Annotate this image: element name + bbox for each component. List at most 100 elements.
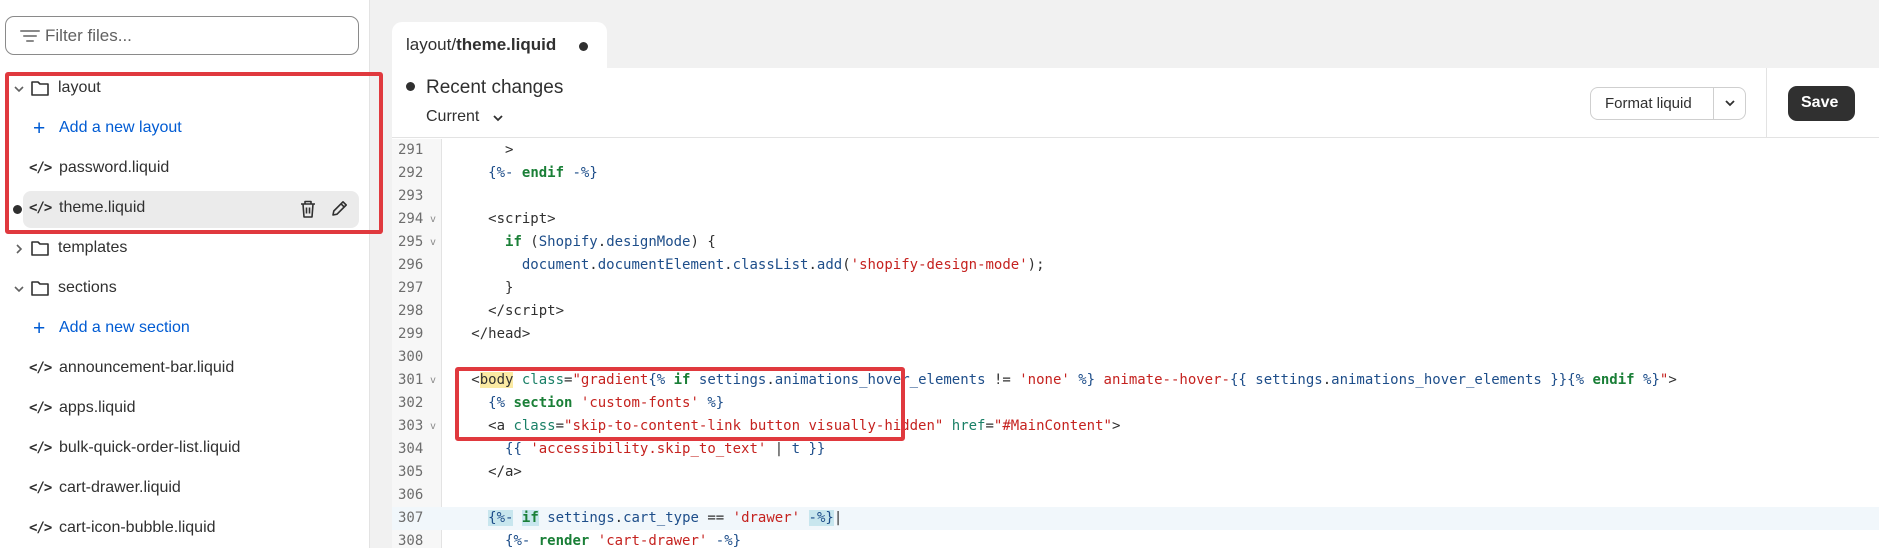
version-select[interactable]: Current (426, 108, 503, 126)
editor-panel: Recent changes Current Format liquid Sav… (392, 68, 1879, 548)
plus-icon: + (33, 317, 46, 340)
tab-prefix: layout/ (406, 35, 457, 54)
code-line: 299 </head> (398, 326, 531, 342)
code-line-active: 307 {%- if settings.cart_type == 'drawer… (392, 507, 1879, 530)
code-area[interactable]: 291 > 292 {%- endif -%} 293 294 v <script… (392, 139, 1879, 548)
folder-icon (31, 241, 49, 256)
file-label: bulk-quick-order-list.liquid (59, 439, 241, 456)
line-number: 303 (398, 418, 424, 434)
format-separator (1713, 88, 1714, 119)
line-number: 300 (398, 349, 424, 365)
code-line: 294 v <script> (398, 211, 556, 227)
file-cart-icon-bubble[interactable]: </> cart-icon-bubble.liquid (0, 509, 370, 548)
unsaved-dot (13, 205, 22, 214)
line-number: 298 (398, 303, 424, 319)
line-number: 297 (398, 280, 424, 296)
pencil-icon[interactable] (330, 199, 349, 218)
file-sidebar: Filter files... layout + Add a new layou… (0, 0, 383, 548)
code-icon: </> (29, 400, 52, 416)
line-number: 296 (398, 257, 424, 273)
code-line: 305 </a> (398, 464, 522, 480)
trash-icon[interactable] (299, 199, 317, 219)
code-line: 303 v <a class="skip-to-content-link butt… (398, 418, 1121, 434)
code-line: 304 {{ 'accessibility.skip_to_text' | t … (398, 441, 826, 457)
save-button[interactable]: Save (1788, 86, 1855, 121)
filter-placeholder: Filter files... (45, 26, 132, 45)
line-number: 295 (398, 234, 424, 250)
folder-icon (31, 281, 49, 296)
folder-label: templates (58, 239, 128, 256)
format-liquid-button[interactable]: Format liquid (1590, 87, 1746, 120)
tab-name: theme.liquid (456, 35, 557, 54)
folder-layout[interactable]: layout (0, 69, 370, 109)
line-number: 304 (398, 441, 424, 457)
file-label: theme.liquid (59, 199, 146, 216)
folder-icon (31, 81, 49, 96)
line-number: 306 (398, 487, 424, 503)
file-announcement-bar[interactable]: </> announcement-bar.liquid (0, 349, 370, 389)
code-line: 292 {%- endif -%} (398, 165, 598, 181)
code-icon: </> (29, 440, 52, 456)
file-label: cart-icon-bubble.liquid (59, 519, 216, 536)
folder-label: sections (58, 279, 117, 296)
chevron-down-icon (493, 115, 503, 122)
line-number: 299 (398, 326, 424, 342)
file-label: password.liquid (59, 159, 170, 176)
changes-dot (406, 82, 415, 91)
code-line: 302 {% section 'custom-fonts' %} (398, 395, 725, 411)
version-label: Current (426, 108, 480, 125)
code-line: 293 (392, 185, 1879, 208)
file-password-liquid[interactable]: </> password.liquid (0, 149, 370, 189)
toolbar-divider (1766, 68, 1767, 138)
file-cart-drawer[interactable]: </> cart-drawer.liquid (0, 469, 370, 509)
add-section-label: Add a new section (59, 319, 190, 336)
add-layout-label: Add a new layout (59, 119, 182, 136)
file-label: cart-drawer.liquid (59, 479, 181, 496)
line-number: 307 (398, 510, 424, 526)
code-editor-app: Filter files... layout + Add a new layou… (0, 0, 1879, 548)
chevron-down-icon[interactable] (1723, 96, 1737, 110)
chevron-down-icon (14, 286, 24, 293)
code-line: 298 </script> (398, 303, 565, 319)
plus-icon: + (33, 117, 46, 140)
folder-sections[interactable]: sections (0, 269, 370, 309)
chevron-down-icon (14, 86, 24, 93)
editor-toolbar: Recent changes Current Format liquid Sav… (392, 68, 1879, 138)
tab-label: layout/theme.liquid (406, 35, 556, 55)
line-number: 292 (398, 165, 424, 181)
save-label: Save (1801, 94, 1839, 111)
line-number: 302 (398, 395, 424, 411)
code-icon: </> (29, 480, 52, 496)
tab-theme-liquid[interactable]: layout/theme.liquid (392, 22, 607, 70)
add-layout-button[interactable]: + Add a new layout (0, 109, 370, 149)
code-line: 300 (392, 346, 1879, 369)
filter-input[interactable]: Filter files... (5, 16, 359, 55)
code-line: 306 (392, 484, 1879, 507)
line-number: 294 (398, 211, 424, 227)
folder-templates[interactable]: templates (0, 229, 370, 269)
code-icon: </> (29, 360, 52, 376)
code-line: 308 {%- render 'cart-drawer' -%} (398, 533, 742, 548)
line-number: 291 (398, 142, 424, 158)
filter-icon (20, 28, 40, 44)
folder-label: layout (58, 79, 101, 96)
file-apps[interactable]: </> apps.liquid (0, 389, 370, 429)
code-line: 297 } (398, 280, 514, 296)
code-line: 295 v if (Shopify.designMode) { (398, 234, 716, 250)
code-icon: </> (29, 160, 52, 176)
code-icon: </> (29, 520, 52, 536)
line-number: 305 (398, 464, 424, 480)
file-theme-liquid[interactable]: </> theme.liquid (0, 189, 370, 229)
code-icon: </> (29, 200, 52, 216)
file-bulk-quick-order-list[interactable]: </> bulk-quick-order-list.liquid (0, 429, 370, 469)
recent-changes-title: Recent changes (426, 77, 564, 98)
add-section-button[interactable]: + Add a new section (0, 309, 370, 349)
line-number: 301 (398, 372, 424, 388)
line-number: 308 (398, 533, 424, 548)
format-label: Format liquid (1605, 95, 1692, 112)
code-line: 296 document.documentElement.classList.a… (398, 257, 1045, 273)
code-line: 291 > (398, 142, 514, 158)
unsaved-dot (579, 42, 588, 51)
line-number: 293 (398, 188, 424, 204)
file-label: apps.liquid (59, 399, 136, 416)
